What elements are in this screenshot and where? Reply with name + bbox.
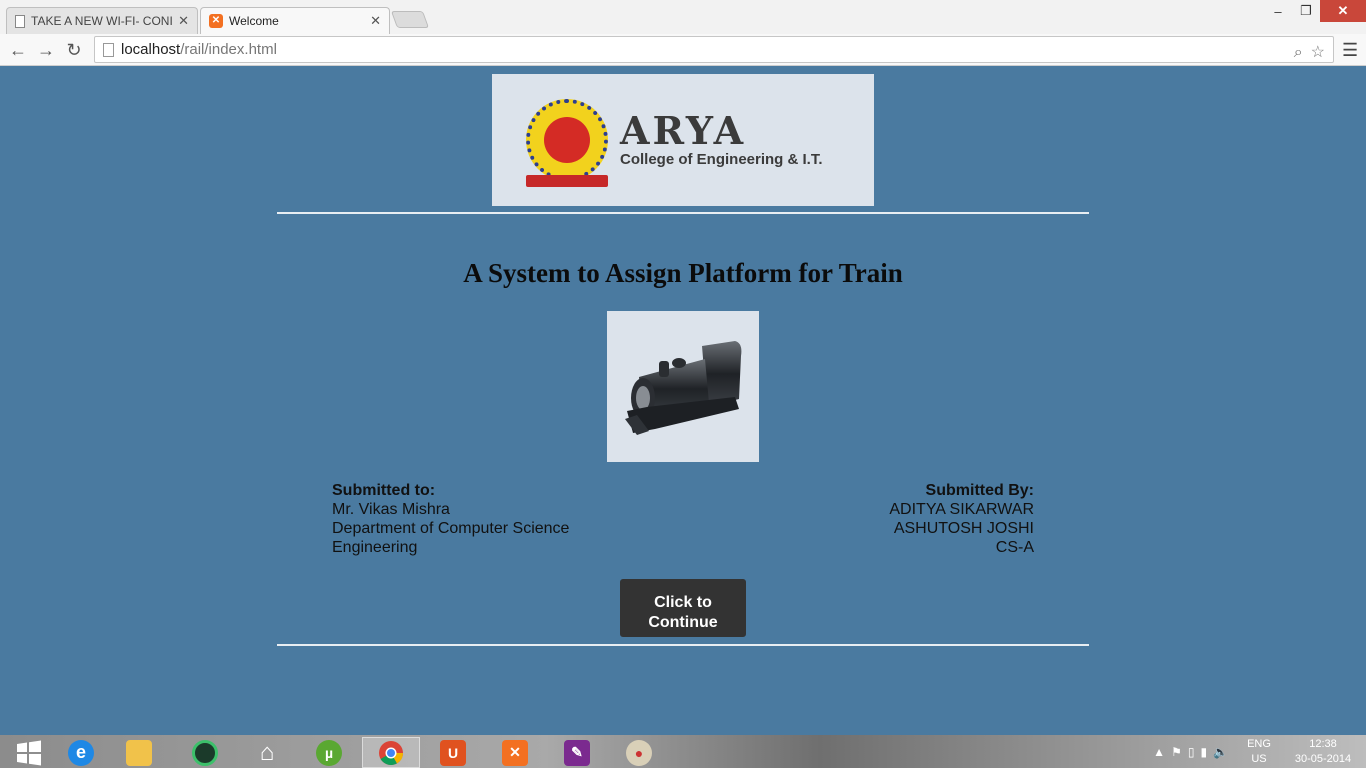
- search-icon[interactable]: ⌕: [1294, 40, 1303, 65]
- continue-button[interactable]: Click to Continue: [620, 579, 746, 637]
- tab-close-icon[interactable]: ✕: [178, 13, 189, 29]
- input-language[interactable]: ENG US: [1242, 737, 1276, 767]
- logo-name: ARYA: [620, 108, 747, 153]
- submitted-by-block: Submitted By: ADITYA SIKARWAR ASHUTOSH J…: [774, 481, 1034, 557]
- tab-wifi[interactable]: TAKE A NEW WI-FI- CONI ✕: [6, 7, 198, 34]
- show-hidden-icons-icon[interactable]: ▲: [1153, 745, 1165, 759]
- window-controls: – ❐ ✕: [1264, 0, 1366, 26]
- taskbar-utorrent[interactable]: µ: [300, 737, 358, 768]
- tab-welcome[interactable]: ✕ Welcome ✕: [200, 7, 390, 34]
- lang-region: US: [1251, 752, 1267, 765]
- taskbar-ie[interactable]: e: [52, 737, 110, 768]
- clock[interactable]: 12:38 30-05-2014: [1292, 737, 1354, 767]
- train-image: [607, 311, 759, 462]
- class-section: CS-A: [995, 539, 1034, 556]
- guide-name: Mr. Vikas Mishra: [332, 501, 450, 518]
- chrome-icon: [379, 740, 403, 765]
- restore-icon[interactable]: ❐: [1292, 0, 1320, 22]
- tab-title: Welcome: [229, 14, 279, 28]
- divider-bottom: [277, 644, 1089, 646]
- browser-toolbar: ← → ↻ localhost/rail/index.html ⌕ ☆ ☰: [0, 34, 1366, 66]
- folder-icon: [126, 739, 152, 766]
- clock-date: 30-05-2014: [1294, 752, 1352, 765]
- taskbar-home[interactable]: ⌂: [238, 737, 296, 768]
- logo-subtitle: College of Engineering & I.T.: [620, 151, 823, 168]
- clock-time: 12:38: [1309, 737, 1337, 750]
- college-logo: ARYA College of Engineering & I.T.: [492, 74, 874, 206]
- student-name-1: ADITYA SIKARWAR: [889, 501, 1034, 518]
- college-seal-icon: [526, 99, 608, 187]
- action-center-icon[interactable]: ⚑: [1171, 745, 1182, 759]
- document-icon: [15, 14, 25, 28]
- taskbar-explorer[interactable]: [110, 737, 168, 768]
- window-close-icon[interactable]: ✕: [1320, 0, 1366, 22]
- tab-close-icon[interactable]: ✕: [370, 13, 381, 29]
- submitted-by-label: Submitted By:: [925, 482, 1034, 499]
- system-tray: ▲ ⚑ ▯ ▮ 🔈 ENG US 12:38 30-05-2014: [1153, 735, 1366, 768]
- xampp-favicon-icon: ✕: [209, 14, 223, 28]
- minimize-icon[interactable]: –: [1264, 0, 1292, 22]
- utorrent-icon: µ: [316, 739, 342, 766]
- internet-explorer-icon: e: [68, 739, 94, 766]
- browser-tabstrip: TAKE A NEW WI-FI- CONI ✕ ✕ Welcome ✕ – ❐…: [0, 0, 1366, 34]
- network-icon[interactable]: ▮: [1200, 745, 1207, 759]
- xampp-icon: ✕: [502, 739, 528, 766]
- paint-icon: ●: [626, 739, 652, 766]
- department-line-1: Department of Computer Science: [332, 520, 570, 537]
- power-icon[interactable]: ▯: [1188, 745, 1195, 759]
- volume-icon[interactable]: 🔈: [1213, 745, 1228, 759]
- continue-label-line-1: Click to: [654, 593, 712, 611]
- student-name-2: ASHUTOSH JOSHI: [893, 520, 1034, 537]
- submitted-to-block: Submitted to: Mr. Vikas Mishra Departmen…: [332, 481, 592, 557]
- taskbar-paint[interactable]: ●: [610, 737, 668, 768]
- back-icon[interactable]: ←: [6, 38, 30, 62]
- home-icon: ⌂: [259, 738, 275, 766]
- bookmark-star-icon[interactable]: ☆: [1311, 40, 1325, 65]
- department-line-2: Engineering: [332, 539, 418, 556]
- locomotive-icon: [625, 341, 742, 435]
- reload-icon[interactable]: ↻: [62, 38, 86, 62]
- start-button[interactable]: [0, 737, 58, 768]
- notepad-icon: ✎: [564, 739, 590, 766]
- taskbar-chrome[interactable]: [362, 737, 420, 768]
- page-title: A System to Assign Platform for Train: [463, 258, 903, 288]
- taskbar-notepad[interactable]: ✎: [548, 737, 606, 768]
- new-tab-button[interactable]: [390, 11, 430, 28]
- taskbar-media-app[interactable]: [176, 737, 234, 768]
- taskbar-html-editor[interactable]: U: [424, 737, 482, 768]
- media-app-icon: [192, 739, 218, 766]
- windows-logo-icon: [17, 740, 41, 765]
- forward-icon[interactable]: →: [34, 38, 58, 62]
- submitted-to-label: Submitted to:: [332, 482, 436, 499]
- lang-code: ENG: [1247, 737, 1271, 750]
- tab-title: TAKE A NEW WI-FI- CONI: [31, 14, 173, 28]
- continue-label-line-2: Continue: [648, 613, 718, 631]
- menu-icon[interactable]: ☰: [1342, 40, 1358, 61]
- editor-icon: U: [440, 739, 466, 766]
- address-bar[interactable]: localhost/rail/index.html ⌕ ☆: [94, 36, 1334, 63]
- url-host: localhost: [121, 41, 181, 58]
- url-path: /rail/index.html: [180, 41, 277, 58]
- page-icon: [103, 43, 114, 57]
- divider-top: [277, 212, 1089, 214]
- taskbar-xampp[interactable]: ✕: [486, 737, 544, 768]
